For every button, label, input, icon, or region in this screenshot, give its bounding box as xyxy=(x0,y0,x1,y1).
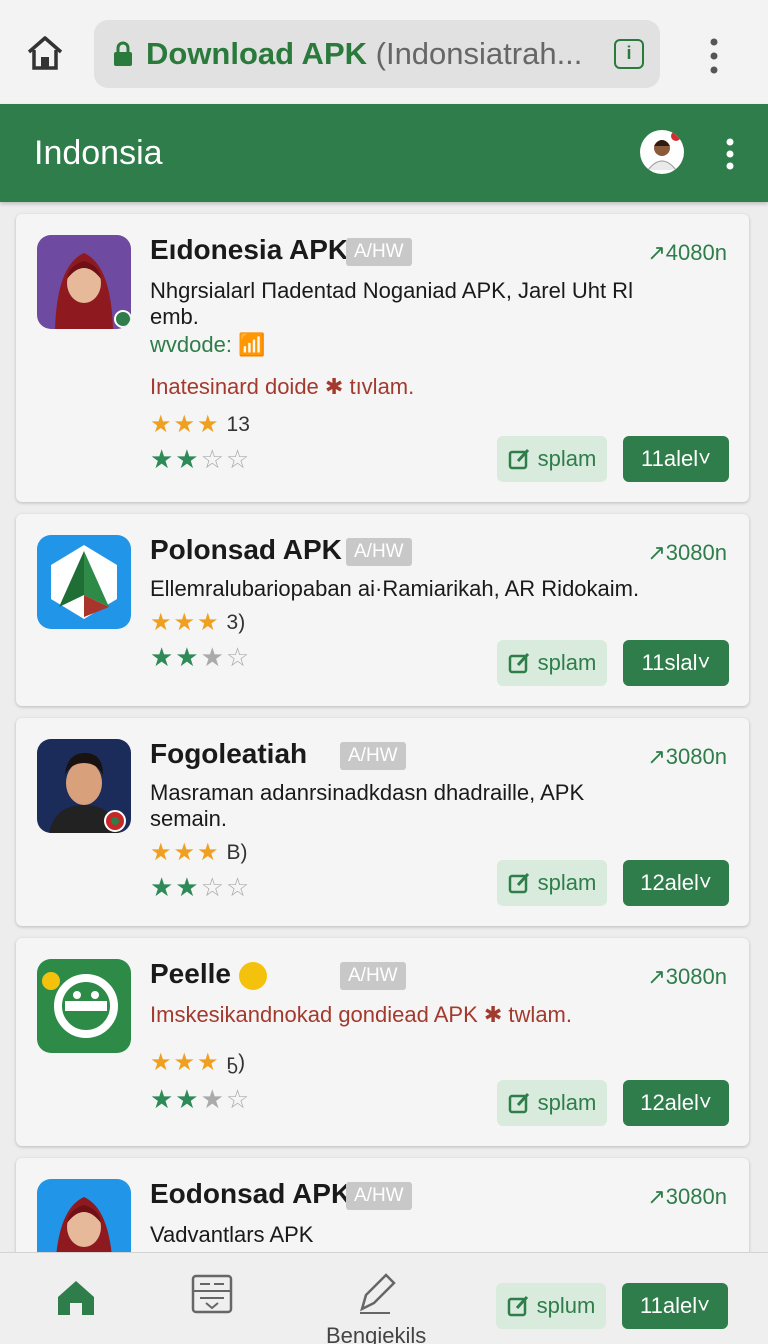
rating-count: ҕ) xyxy=(226,1050,246,1074)
subinfo-text: wvdode: xyxy=(150,332,232,357)
browser-menu-icon[interactable] xyxy=(704,36,724,76)
rating-count: 3) xyxy=(226,610,246,634)
app-card[interactable]: Eıdonesia APK A/HW ↗4080n Nhgrsialarl Пa… xyxy=(16,214,749,502)
robot-logo-icon xyxy=(37,959,131,1053)
share-button[interactable]: splam xyxy=(497,640,607,686)
platform-badge: A/HW xyxy=(346,1182,412,1210)
platform-badge: A/HW xyxy=(340,742,406,770)
app-description: Vadvantlars APK xyxy=(150,1222,314,1247)
app-card[interactable]: Fogoleatiah A/HW ↗3080n Masraman adanrsi… xyxy=(16,718,749,926)
url-text: Download APK (Indonsiatrah... xyxy=(146,36,586,72)
app-header: Indonsia xyxy=(0,104,768,202)
download-button[interactable]: 12alel˅ xyxy=(623,860,729,906)
user-rating-stars[interactable]: ★★★☆ xyxy=(150,1084,251,1115)
share-button[interactable]: splam xyxy=(497,1080,607,1126)
bottom-navigation: Bengiekils splum 11alel˅ xyxy=(0,1252,768,1344)
nav-home-icon[interactable] xyxy=(54,1275,98,1324)
user-rating-stars[interactable]: ★★☆☆ xyxy=(150,444,251,475)
download-button[interactable]: 12alel˅ xyxy=(623,1080,729,1126)
app-description: Ellemralubariopaban ai·Ramiarikah, AR Ri… xyxy=(150,576,640,601)
emoji-icon xyxy=(238,961,267,990)
app-card[interactable]: Peelle A/HW ↗3080n Imskesikandnokad gond… xyxy=(16,938,749,1146)
user-rating-stars[interactable]: ★★★☆ xyxy=(150,642,251,673)
app-subinfo: wvdode: 📶 xyxy=(150,332,265,358)
share-button-label: splam xyxy=(537,446,597,471)
app-note: Inatesinard doide ✱ tıvlam. xyxy=(150,374,415,399)
share-button-label: splam xyxy=(537,1090,597,1115)
download-button[interactable]: 11alel˅ xyxy=(622,1283,728,1329)
rating-count: B) xyxy=(226,840,248,864)
download-button[interactable]: 11slal˅ xyxy=(623,640,729,686)
url-host: Download APK xyxy=(146,36,368,71)
app-description: Nhgrsialarl Пadentad Noganiad APK, Jarel… xyxy=(150,278,633,329)
avatar[interactable] xyxy=(640,130,684,174)
share-button-label: splum xyxy=(536,1293,596,1318)
rating-row: ★★★ B) xyxy=(150,838,248,867)
download-count: ↗4080n xyxy=(647,240,727,265)
share-button-label: splam xyxy=(537,870,597,895)
star-icons: ★★★ xyxy=(150,609,221,636)
rating-row: ★★★ 13 xyxy=(150,410,250,439)
download-count: ↗3080n xyxy=(647,1184,727,1209)
platform-badge: A/HW xyxy=(346,238,412,266)
platform-badge: A/HW xyxy=(340,962,406,990)
rating-row: ★★★ 3) xyxy=(150,608,245,637)
wifi-icon: 📶 xyxy=(238,332,266,357)
edit-icon xyxy=(508,1092,529,1114)
url-path: (Indonsiatrah... xyxy=(367,36,583,71)
app-description: Masraman adanrsinadkdasn dhadraille, APK… xyxy=(150,780,585,831)
edit-icon xyxy=(508,448,529,470)
rating-count: 13 xyxy=(226,412,250,436)
app-name[interactable]: Fogoleatiah xyxy=(150,738,307,770)
browser-home-icon[interactable] xyxy=(24,32,66,74)
app-name-text: Peelle xyxy=(150,958,231,989)
share-button[interactable]: splam xyxy=(497,860,607,906)
platform-badge: A/HW xyxy=(346,538,412,566)
page-title: Indonsia xyxy=(34,134,163,172)
man-avatar-icon xyxy=(37,739,131,833)
edit-icon xyxy=(508,872,529,894)
share-button[interactable]: splum xyxy=(496,1283,606,1329)
edit-icon xyxy=(507,1295,528,1317)
download-button[interactable]: 11alel˅ xyxy=(623,436,729,482)
nav-label[interactable]: Bengiekils xyxy=(326,1323,426,1344)
app-name[interactable]: Polonsad APK xyxy=(150,534,342,566)
star-icons: ★★★ xyxy=(150,839,221,866)
user-rating-stars[interactable]: ★★☆☆ xyxy=(150,872,251,903)
app-menu-icon[interactable] xyxy=(720,134,740,174)
nav-list-icon[interactable] xyxy=(190,1273,234,1322)
download-count: ↗3080n xyxy=(647,964,727,989)
app-card[interactable]: Polonsad APK A/HW ↗3080n Ellemralubariop… xyxy=(16,514,749,706)
app-name[interactable]: Eodonsad APK xyxy=(150,1178,351,1210)
address-bar[interactable]: Download APK (Indonsiatrah... i xyxy=(94,20,660,88)
nav-edit-icon[interactable] xyxy=(354,1269,398,1322)
app-name[interactable]: Peelle xyxy=(150,958,267,990)
browser-toolbar: Download APK (Indonsiatrah... i xyxy=(0,0,768,104)
download-count: ↗3080n xyxy=(647,540,727,565)
app-name[interactable]: Eıdonesia APK xyxy=(150,234,348,266)
tree-logo-icon xyxy=(37,535,131,629)
app-description: Imskesikandnokad gondiead APK ✱ twlam. xyxy=(150,1002,572,1027)
rating-row: ★★★ ҕ) xyxy=(150,1048,245,1077)
lock-icon xyxy=(114,41,132,66)
woman-hijab-avatar-icon xyxy=(37,235,131,329)
edit-icon xyxy=(508,652,529,674)
star-icons: ★★★ xyxy=(150,411,221,438)
share-button-label: splam xyxy=(537,650,597,675)
page-info-icon[interactable]: i xyxy=(614,39,644,69)
download-count: ↗3080n xyxy=(647,744,727,769)
star-icons: ★★★ xyxy=(150,1049,221,1076)
share-button[interactable]: splam xyxy=(497,436,607,482)
